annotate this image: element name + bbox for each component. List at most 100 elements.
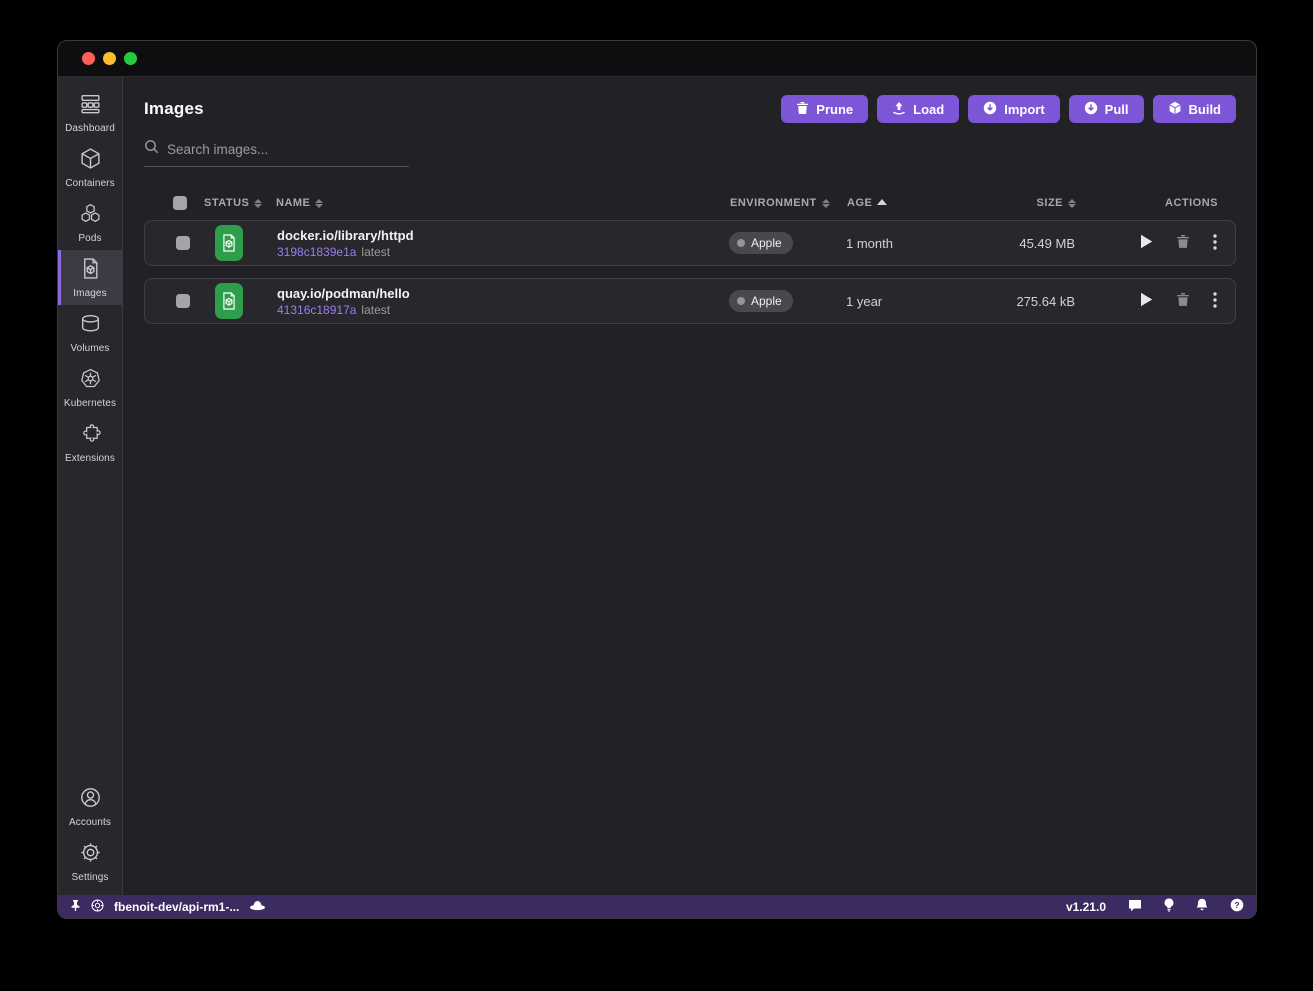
build-button[interactable]: Build xyxy=(1153,95,1237,123)
image-size: 45.49 MB xyxy=(986,236,1075,251)
question-circle-icon: ? xyxy=(1230,898,1244,915)
image-digest: 3198c1839e1a xyxy=(277,245,356,259)
extensions-icon xyxy=(79,422,102,450)
tips-button[interactable] xyxy=(1164,898,1174,915)
column-header-actions: ACTIONS xyxy=(1076,197,1218,209)
sort-icon xyxy=(822,199,830,208)
settings-icon xyxy=(79,841,102,869)
delete-image-button[interactable] xyxy=(1176,234,1190,252)
sort-ascending-icon xyxy=(877,199,887,205)
column-header-size[interactable]: SIZE xyxy=(987,197,1076,209)
play-icon xyxy=(1140,292,1153,310)
podman-desktop-window: Dashboard Containers Pods xyxy=(57,40,1257,919)
pull-button[interactable]: Pull xyxy=(1069,95,1144,123)
feedback-button[interactable] xyxy=(1128,899,1142,915)
column-header-name[interactable]: NAME xyxy=(276,197,730,209)
toolbar: Prune Load xyxy=(781,95,1236,123)
row-checkbox[interactable] xyxy=(176,236,190,250)
containers-icon xyxy=(79,147,102,175)
button-label: Load xyxy=(913,102,944,117)
image-status-icon xyxy=(215,283,243,319)
sidebar-item-label: Pods xyxy=(78,233,101,244)
cube-icon xyxy=(1168,101,1182,118)
sidebar-item-label: Accounts xyxy=(69,817,111,828)
button-label: Import xyxy=(1004,102,1044,117)
sidebar-item-accounts[interactable]: Accounts xyxy=(58,779,122,834)
sidebar-item-pods[interactable]: Pods xyxy=(58,195,122,250)
select-all-checkbox[interactable] xyxy=(173,196,187,210)
close-window-button[interactable] xyxy=(82,52,95,65)
run-image-button[interactable] xyxy=(1140,292,1153,310)
load-button[interactable]: Load xyxy=(877,95,959,123)
kebab-menu-icon xyxy=(1213,292,1217,311)
cluster-context-button[interactable] xyxy=(91,899,104,915)
sidebar-item-label: Extensions xyxy=(65,453,115,464)
pin-button[interactable] xyxy=(70,899,81,915)
row-checkbox[interactable] xyxy=(176,294,190,308)
sidebar-item-containers[interactable]: Containers xyxy=(58,140,122,195)
image-list: docker.io/library/httpd 3198c1839e1alate… xyxy=(144,220,1236,324)
environment-badge: Apple xyxy=(729,290,793,312)
podman-machine-button[interactable] xyxy=(249,899,266,914)
image-tag: latest xyxy=(361,245,390,259)
sidebar: Dashboard Containers Pods xyxy=(58,77,123,895)
image-digest: 41316c18917a xyxy=(277,303,356,317)
column-label: NAME xyxy=(276,197,310,209)
svg-text:?: ? xyxy=(1234,900,1239,910)
table-row[interactable]: docker.io/library/httpd 3198c1839e1alate… xyxy=(144,220,1236,266)
table-row[interactable]: quay.io/podman/hello 41316c18917alatest … xyxy=(144,278,1236,324)
sidebar-item-extensions[interactable]: Extensions xyxy=(58,415,122,470)
trash-icon xyxy=(796,101,809,118)
machine-name[interactable]: fbenoit-dev/api-rm1-... xyxy=(114,900,239,914)
prune-button[interactable]: Prune xyxy=(781,95,868,123)
sidebar-item-label: Kubernetes xyxy=(64,398,116,409)
zoom-window-button[interactable] xyxy=(124,52,137,65)
image-age: 1 month xyxy=(846,236,986,251)
kubernetes-icon xyxy=(79,367,102,395)
import-button[interactable]: Import xyxy=(968,95,1059,123)
hat-icon xyxy=(249,899,266,914)
status-bar: fbenoit-dev/api-rm1-... v1.21.0 xyxy=(58,895,1256,918)
button-label: Pull xyxy=(1105,102,1129,117)
sort-icon xyxy=(315,199,323,208)
trash-icon xyxy=(1176,292,1190,310)
column-header-environment[interactable]: ENVIRONMENT xyxy=(730,197,847,209)
more-options-button[interactable] xyxy=(1213,234,1217,253)
button-label: Build xyxy=(1189,102,1222,117)
environment-label: Apple xyxy=(751,236,782,250)
button-label: Prune xyxy=(816,102,853,117)
cluster-icon xyxy=(91,899,104,915)
volumes-icon xyxy=(79,312,102,340)
run-image-button[interactable] xyxy=(1140,234,1153,252)
help-button[interactable]: ? xyxy=(1230,898,1244,915)
sidebar-item-dashboard[interactable]: Dashboard xyxy=(58,85,122,140)
pin-icon xyxy=(70,899,81,915)
images-icon xyxy=(79,257,102,285)
column-label: SIZE xyxy=(1037,197,1063,209)
image-age: 1 year xyxy=(846,294,986,309)
search-input[interactable] xyxy=(167,142,409,157)
pods-icon xyxy=(79,202,102,230)
titlebar xyxy=(58,41,1256,77)
sidebar-item-settings[interactable]: Settings xyxy=(58,834,122,889)
traffic-lights xyxy=(82,52,137,65)
more-options-button[interactable] xyxy=(1213,292,1217,311)
main-content: Images Prune xyxy=(123,77,1256,895)
bell-icon xyxy=(1196,898,1208,915)
environment-badge: Apple xyxy=(729,232,793,254)
search-bar xyxy=(144,139,409,167)
sidebar-item-kubernetes[interactable]: Kubernetes xyxy=(58,360,122,415)
sidebar-item-label: Settings xyxy=(72,872,109,883)
column-header-age[interactable]: AGE xyxy=(847,197,987,209)
upload-icon xyxy=(892,101,906,118)
delete-image-button[interactable] xyxy=(1176,292,1190,310)
sidebar-item-images[interactable]: Images xyxy=(58,250,122,305)
notifications-button[interactable] xyxy=(1196,898,1208,915)
search-icon xyxy=(144,139,159,159)
sidebar-spacer xyxy=(58,470,122,779)
sidebar-item-volumes[interactable]: Volumes xyxy=(58,305,122,360)
minimize-window-button[interactable] xyxy=(103,52,116,65)
image-name: quay.io/podman/hello xyxy=(277,286,729,301)
page-title: Images xyxy=(144,99,204,119)
column-header-status[interactable]: STATUS xyxy=(204,197,276,209)
